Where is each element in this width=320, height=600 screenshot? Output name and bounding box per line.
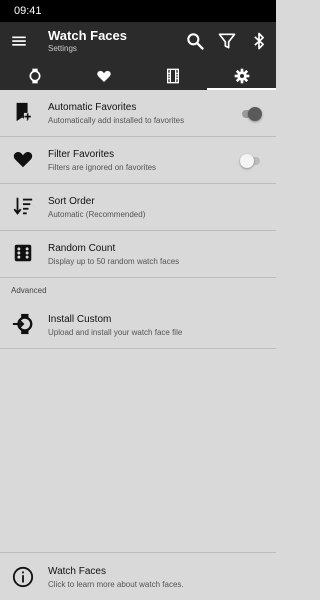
toggle-thumb xyxy=(248,107,262,121)
app-title: Watch Faces xyxy=(48,28,127,43)
automatic-favorites-toggle[interactable] xyxy=(240,107,262,121)
setting-label: Random Count xyxy=(48,243,116,254)
install-watch-icon xyxy=(12,313,33,335)
info-icon xyxy=(12,566,34,588)
setting-description: Upload and install your watch face file xyxy=(48,328,183,337)
filter-icon[interactable] xyxy=(217,31,237,51)
setting-automatic-favorites[interactable]: Automatic Favorites Automatically add in… xyxy=(0,90,276,137)
section-header-advanced: Advanced xyxy=(11,285,47,295)
setting-install-custom[interactable]: Install Custom Upload and install your w… xyxy=(0,302,276,349)
app-bar: Watch Faces Settings xyxy=(0,22,276,62)
status-time: 09:41 xyxy=(14,5,42,17)
setting-random-count[interactable]: Random Count Display up to 50 random wat… xyxy=(0,231,276,278)
heart-icon xyxy=(96,70,111,82)
setting-filter-favorites[interactable]: Filter Favorites Filters are ignored on … xyxy=(0,137,276,184)
film-icon xyxy=(166,68,179,84)
setting-label: Filter Favorites xyxy=(48,149,115,160)
setting-label: Sort Order xyxy=(48,196,95,207)
about-watch-faces[interactable]: Watch Faces Click to learn more about wa… xyxy=(0,552,276,600)
watch-icon xyxy=(29,68,40,84)
gear-icon xyxy=(234,68,249,84)
toggle-thumb xyxy=(240,154,254,168)
heart-icon xyxy=(13,152,33,168)
setting-description: Display up to 50 random watch faces xyxy=(48,257,180,266)
tab-settings[interactable] xyxy=(207,62,276,90)
setting-label: Automatic Favorites xyxy=(48,102,137,113)
app-subtitle: Settings xyxy=(48,44,77,53)
setting-description: Filters are ignored on favorites xyxy=(48,163,157,172)
status-bar: 09:41 xyxy=(0,0,276,22)
footer-description: Click to learn more about watch faces. xyxy=(48,580,184,589)
setting-description: Automatic (Recommended) xyxy=(48,210,146,219)
bluetooth-icon[interactable] xyxy=(249,31,269,51)
tab-animations[interactable] xyxy=(138,62,207,90)
title-block: Watch Faces Settings xyxy=(48,28,127,55)
setting-label: Install Custom xyxy=(48,314,112,325)
tab-favorites[interactable] xyxy=(69,62,138,90)
settings-list: Automatic Favorites Automatically add in… xyxy=(0,90,276,349)
dice-icon xyxy=(14,244,32,262)
tab-bar xyxy=(0,62,276,90)
menu-icon[interactable] xyxy=(10,32,28,50)
filter-favorites-toggle[interactable] xyxy=(240,154,262,168)
tab-watches[interactable] xyxy=(0,62,69,90)
bookmark-add-icon xyxy=(16,102,32,122)
footer-label: Watch Faces xyxy=(48,566,106,577)
setting-sort-order[interactable]: Sort Order Automatic (Recommended) xyxy=(0,184,276,231)
setting-description: Automatically add installed to favorites xyxy=(48,116,185,125)
sort-icon xyxy=(13,197,33,215)
search-icon[interactable] xyxy=(185,31,205,51)
